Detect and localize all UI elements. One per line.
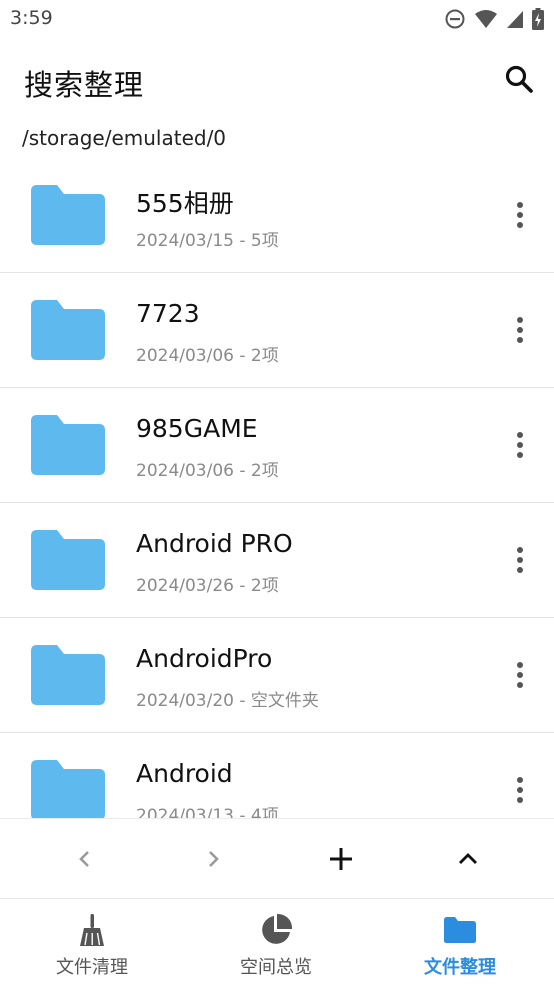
app-bar: 搜索整理: [0, 38, 554, 122]
folder-icon: [31, 645, 105, 705]
nav-file-organize[interactable]: 文件整理: [368, 899, 552, 986]
list-item[interactable]: AndroidPro 2024/03/20 - 空文件夹: [0, 618, 554, 733]
more-vert-icon: [517, 662, 523, 668]
nav-label: 空间总览: [240, 957, 312, 978]
wifi-icon: [475, 10, 497, 28]
file-name: 7723: [136, 299, 200, 328]
list-item[interactable]: 555相册 2024/03/15 - 5项: [0, 158, 554, 273]
forward-button[interactable]: [193, 839, 233, 879]
status-icons: [444, 8, 544, 30]
more-vert-icon: [517, 202, 523, 208]
file-meta: 2024/03/26 - 2项: [136, 576, 279, 596]
chevron-right-icon: [209, 851, 219, 867]
search-button[interactable]: [502, 62, 536, 96]
folder-icon: [442, 913, 478, 947]
more-options-button[interactable]: [508, 313, 532, 347]
folder-icon: [31, 760, 105, 818]
more-options-button[interactable]: [508, 658, 532, 692]
status-time: 3:59: [10, 7, 53, 29]
more-vert-icon: [517, 432, 523, 438]
page-title: 搜索整理: [24, 68, 145, 102]
file-name: Android: [136, 759, 233, 788]
file-list: 555相册 2024/03/15 - 5项 7723 2024/03/06 - 2项 9…: [0, 158, 554, 818]
file-meta: 2024/03/13 - 4项: [136, 806, 279, 818]
nav-storage-overview[interactable]: 空间总览: [184, 899, 368, 986]
bottom-nav: 文件清理 空间总览 文件整理: [0, 898, 554, 986]
current-path: /storage/emulated/0: [22, 126, 227, 150]
add-button[interactable]: [321, 839, 361, 879]
plus-icon: [330, 848, 352, 870]
search-icon: [505, 65, 533, 93]
nav-file-cleanup[interactable]: 文件清理: [0, 899, 184, 986]
file-name: 985GAME: [136, 414, 258, 443]
file-name: Android PRO: [136, 529, 293, 558]
nav-label: 文件清理: [56, 957, 128, 978]
file-meta: 2024/03/06 - 2项: [136, 461, 279, 481]
file-meta: 2024/03/15 - 5项: [136, 231, 279, 251]
more-vert-icon: [517, 317, 523, 323]
folder-icon: [31, 415, 105, 475]
do-not-disturb-icon: [445, 9, 465, 29]
battery-icon: [532, 8, 544, 30]
folder-icon: [31, 300, 105, 360]
back-button[interactable]: [65, 839, 105, 879]
chevron-left-icon: [79, 851, 89, 867]
list-item[interactable]: Android 2024/03/13 - 4项: [0, 733, 554, 818]
nav-label: 文件整理: [424, 957, 496, 978]
file-meta: 2024/03/06 - 2项: [136, 346, 279, 366]
list-item[interactable]: 985GAME 2024/03/06 - 2项: [0, 388, 554, 503]
file-name: AndroidPro: [136, 644, 273, 673]
file-name: 555相册: [136, 189, 234, 218]
chevron-up-icon: [459, 853, 477, 864]
broom-icon: [74, 913, 110, 947]
more-options-button[interactable]: [508, 428, 532, 462]
more-options-button[interactable]: [508, 543, 532, 577]
signal-icon: [507, 11, 523, 28]
list-item[interactable]: Android PRO 2024/03/26 - 2项: [0, 503, 554, 618]
list-item[interactable]: 7723 2024/03/06 - 2项: [0, 273, 554, 388]
more-vert-icon: [517, 777, 523, 783]
more-options-button[interactable]: [508, 198, 532, 232]
status-bar: 3:59: [0, 0, 554, 38]
file-meta: 2024/03/20 - 空文件夹: [136, 691, 319, 711]
pie-chart-icon: [258, 913, 294, 947]
navigation-toolbar: [0, 818, 554, 899]
parent-folder-button[interactable]: [448, 839, 488, 879]
folder-icon: [31, 530, 105, 590]
more-vert-icon: [517, 547, 523, 553]
folder-icon: [31, 185, 105, 245]
more-options-button[interactable]: [508, 773, 532, 807]
